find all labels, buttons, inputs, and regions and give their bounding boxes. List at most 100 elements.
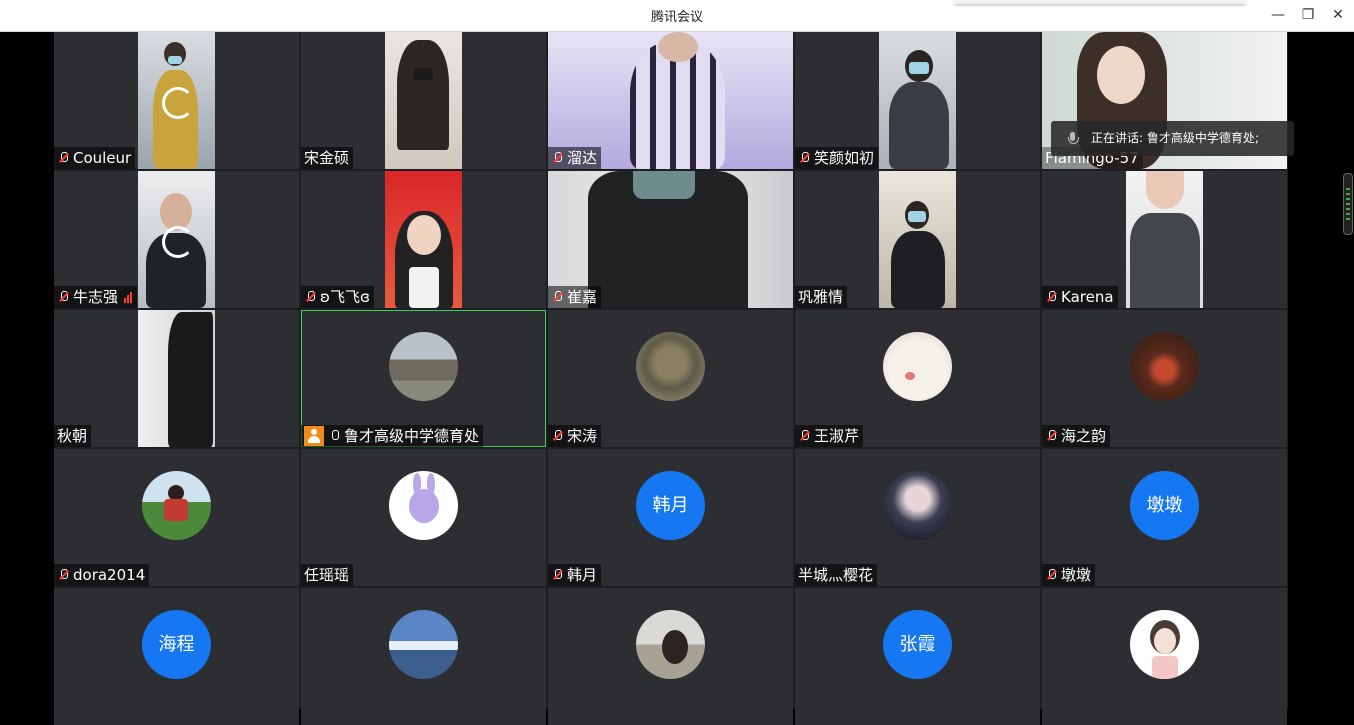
participant-avatar: 墩墩 — [1130, 471, 1199, 540]
participant-avatar — [389, 610, 458, 679]
participant-name: 王淑芹 — [814, 427, 860, 445]
mic-muted-icon — [551, 151, 565, 165]
participant-tile[interactable]: 巩雅情 — [795, 171, 1040, 308]
name-label: Couleur — [54, 147, 136, 169]
participant-tile[interactable]: 半城灬樱花 — [795, 449, 1040, 586]
name-label: 宋金硕 — [301, 147, 354, 169]
minimize-button[interactable]: — — [1268, 5, 1288, 25]
active-speaker-banner: 正在讲话: 鲁才高级中学德育处; — [1051, 121, 1294, 156]
host-icon — [304, 426, 324, 446]
participant-name: 宋金硕 — [304, 149, 350, 167]
participant-tile[interactable]: Karena — [1042, 171, 1287, 308]
mic-icon — [1065, 131, 1081, 147]
participant-name: 笑颜如初 — [814, 149, 875, 167]
participant-tile[interactable]: ʚ飞飞ɞ — [301, 171, 546, 308]
name-label: 笑颜如初 — [795, 147, 879, 169]
participant-avatar: 张霞 — [883, 610, 952, 679]
name-label: 溜达 — [548, 147, 602, 169]
participant-tile[interactable]: 宋金硕 — [301, 32, 546, 169]
mic-muted-icon — [1045, 290, 1059, 304]
name-label: 牛志强 — [54, 286, 138, 308]
participant-avatar — [883, 332, 952, 401]
participant-avatar — [883, 471, 952, 540]
mic-muted-icon — [798, 151, 812, 165]
name-label: Karena — [1042, 286, 1118, 308]
participant-video — [385, 171, 462, 308]
mic-muted-icon — [1045, 568, 1059, 582]
participant-name: 任瑶瑶 — [304, 566, 350, 584]
participant-tile[interactable]: 张霞 — [795, 588, 1040, 725]
participant-avatar: 海程 — [142, 610, 211, 679]
mic-muted-icon — [57, 290, 71, 304]
participant-name: 秋朝 — [57, 427, 88, 445]
participant-avatar — [1130, 332, 1199, 401]
mic-muted-icon — [551, 429, 565, 443]
participant-tile[interactable]: dora2014 — [54, 449, 299, 586]
participant-video — [385, 32, 462, 169]
mic-muted-icon — [551, 290, 565, 304]
active-speaker-text: 正在讲话: 鲁才高级中学德育处; — [1091, 131, 1259, 145]
participant-avatar — [389, 471, 458, 540]
mic-muted-icon — [551, 568, 565, 582]
restore-button[interactable]: ❐ — [1298, 5, 1318, 25]
participant-tile[interactable]: Couleur — [54, 32, 299, 169]
participant-tile-active[interactable]: 鲁才高级中学德育处 — [301, 310, 546, 447]
name-label: 海之韵 — [1042, 425, 1111, 447]
window-title: 腾讯会议 — [650, 10, 703, 25]
name-label: 秋朝 — [54, 425, 92, 447]
name-label: 韩月 — [548, 564, 602, 586]
participant-tile[interactable]: 任瑶瑶 — [301, 449, 546, 586]
name-label: dora2014 — [54, 564, 150, 586]
participant-avatar — [636, 332, 705, 401]
participant-name: 韩月 — [567, 566, 598, 584]
loading-spinner-icon — [162, 87, 194, 119]
mic-muted-icon — [304, 290, 318, 304]
close-button[interactable]: ✕ — [1328, 5, 1348, 25]
name-label: 王淑芹 — [795, 425, 864, 447]
participant-name: 崔嘉 — [567, 288, 598, 306]
participant-tile[interactable]: 溜达 — [548, 32, 793, 169]
participant-name: ʚ飞飞ɞ — [320, 288, 370, 306]
participant-name: 宋涛 — [567, 427, 598, 445]
participant-video — [879, 32, 956, 169]
participant-tile[interactable] — [548, 588, 793, 725]
mic-muted-icon — [798, 429, 812, 443]
name-label: 宋涛 — [548, 425, 602, 447]
name-label: 巩雅情 — [795, 286, 848, 308]
participant-tile[interactable]: 墩墩 墩墩 — [1042, 449, 1287, 586]
participant-tile[interactable]: 笑颜如初 — [795, 32, 1040, 169]
participant-avatar — [142, 471, 211, 540]
participant-avatar — [1130, 610, 1199, 679]
participant-tile[interactable]: 牛志强 — [54, 171, 299, 308]
name-label: 鲁才高级中学德育处 — [301, 425, 484, 447]
participant-avatar — [636, 610, 705, 679]
participant-tile[interactable]: 王淑芹 — [795, 310, 1040, 447]
mic-muted-icon — [57, 568, 71, 582]
participant-name: Couleur — [73, 149, 132, 167]
scrollbar[interactable] — [1343, 173, 1353, 235]
participant-tile[interactable]: 崔嘉 — [548, 171, 793, 308]
participant-tile[interactable]: 韩月 韩月 — [548, 449, 793, 586]
participant-video — [879, 171, 956, 308]
mic-icon — [328, 429, 342, 443]
name-label: 崔嘉 — [548, 286, 602, 308]
participant-name: 鲁才高级中学德育处 — [344, 427, 480, 445]
title-bar: 腾讯会议 — ❐ ✕ — [0, 0, 1354, 32]
name-label: 墩墩 — [1042, 564, 1096, 586]
name-label: 任瑶瑶 — [301, 564, 354, 586]
mic-muted-icon — [1045, 429, 1059, 443]
participant-tile[interactable]: 宋涛 — [548, 310, 793, 447]
participant-name: Karena — [1061, 288, 1114, 306]
participant-video — [1126, 171, 1203, 308]
participant-avatar — [389, 332, 458, 401]
participant-name: 墩墩 — [1061, 566, 1092, 584]
participant-tile[interactable]: 秋朝 — [54, 310, 299, 447]
participant-name: 半城灬樱花 — [798, 566, 874, 584]
participant-tile[interactable]: 海之韵 — [1042, 310, 1287, 447]
participant-tile[interactable] — [1042, 588, 1287, 725]
participant-tile[interactable] — [301, 588, 546, 725]
mic-muted-icon — [57, 151, 71, 165]
participant-video — [138, 310, 215, 447]
name-label: 半城灬樱花 — [795, 564, 878, 586]
participant-tile[interactable]: 海程 — [54, 588, 299, 725]
